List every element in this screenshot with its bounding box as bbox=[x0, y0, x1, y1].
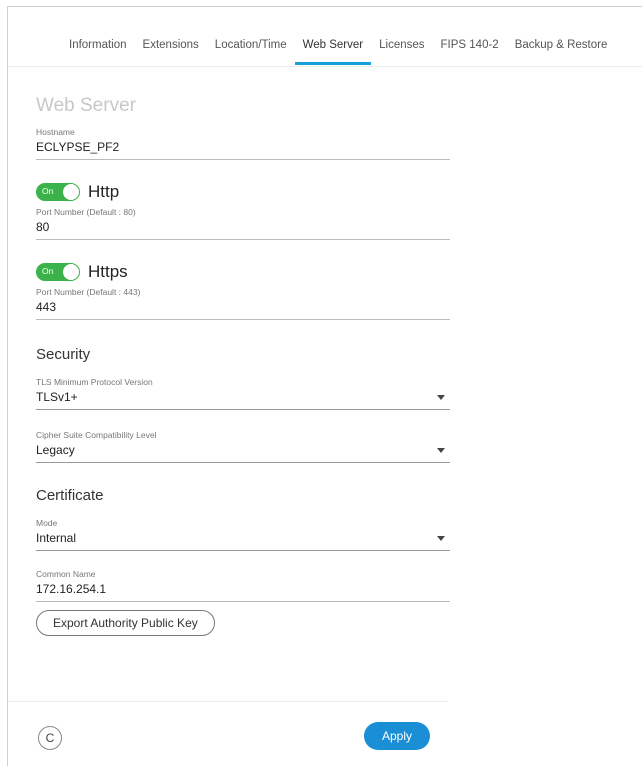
tab-licenses[interactable]: Licenses bbox=[371, 7, 432, 67]
common-name-field: Common Name 172.16.254.1 bbox=[36, 569, 450, 602]
refresh-button[interactable]: C bbox=[38, 726, 62, 750]
certificate-heading: Certificate bbox=[36, 487, 104, 504]
chevron-down-icon bbox=[437, 447, 445, 453]
page-title: Web Server bbox=[36, 95, 136, 116]
mode-value: Internal bbox=[36, 531, 77, 545]
hostname-label: Hostname bbox=[36, 127, 75, 137]
tab-backup-restore[interactable]: Backup & Restore bbox=[507, 7, 616, 67]
web-server-form: Web Server Hostname ECLYPSE_PF2 On Http … bbox=[36, 67, 450, 636]
tab-location-time[interactable]: Location/Time bbox=[207, 7, 295, 67]
tab-bar: Information Extensions Location/Time Web… bbox=[8, 7, 642, 67]
export-row: Export Authority Public Key bbox=[36, 610, 450, 636]
mode-field: Mode Internal bbox=[36, 518, 450, 551]
https-port-input[interactable]: 443 bbox=[36, 300, 450, 320]
toggle-knob bbox=[63, 264, 79, 280]
http-port-input[interactable]: 80 bbox=[36, 220, 450, 240]
chevron-down-icon bbox=[437, 394, 445, 400]
refresh-icon: C bbox=[45, 731, 55, 745]
tab-information[interactable]: Information bbox=[61, 7, 135, 67]
http-row: On Http bbox=[36, 180, 450, 204]
https-label: Https bbox=[88, 262, 128, 281]
cipher-label: Cipher Suite Compatibility Level bbox=[36, 430, 157, 440]
http-port-field: Port Number (Default : 80) 80 bbox=[36, 207, 450, 240]
https-port-label: Port Number (Default : 443) bbox=[36, 287, 141, 297]
export-authority-public-key-button[interactable]: Export Authority Public Key bbox=[36, 610, 215, 636]
tls-field: TLS Minimum Protocol Version TLSv1+ bbox=[36, 377, 450, 410]
http-port-label: Port Number (Default : 80) bbox=[36, 207, 136, 217]
mode-select[interactable]: Internal bbox=[36, 531, 450, 551]
footer-divider bbox=[8, 701, 448, 702]
https-toggle[interactable]: On bbox=[36, 263, 80, 281]
hostname-field: Hostname ECLYPSE_PF2 bbox=[36, 127, 450, 160]
tls-select[interactable]: TLSv1+ bbox=[36, 390, 450, 410]
hostname-input[interactable]: ECLYPSE_PF2 bbox=[36, 140, 450, 160]
apply-button[interactable]: Apply bbox=[364, 722, 430, 750]
http-toggle-text: On bbox=[42, 186, 54, 196]
http-label: Http bbox=[88, 182, 120, 201]
tls-label: TLS Minimum Protocol Version bbox=[36, 377, 153, 387]
cipher-field: Cipher Suite Compatibility Level Legacy bbox=[36, 430, 450, 463]
https-port-field: Port Number (Default : 443) 443 bbox=[36, 287, 450, 320]
settings-panel: Information Extensions Location/Time Web… bbox=[7, 6, 642, 766]
http-toggle[interactable]: On bbox=[36, 183, 80, 201]
chevron-down-icon bbox=[437, 535, 445, 541]
tab-extensions[interactable]: Extensions bbox=[135, 7, 207, 67]
toggle-knob bbox=[63, 184, 79, 200]
tab-web-server[interactable]: Web Server bbox=[294, 7, 372, 67]
mode-label: Mode bbox=[36, 518, 58, 528]
tls-value: TLSv1+ bbox=[36, 390, 78, 404]
common-name-label: Common Name bbox=[36, 569, 96, 579]
cipher-select[interactable]: Legacy bbox=[36, 443, 450, 463]
common-name-input[interactable]: 172.16.254.1 bbox=[36, 582, 450, 602]
tab-fips[interactable]: FIPS 140-2 bbox=[433, 7, 507, 67]
cipher-value: Legacy bbox=[36, 443, 75, 457]
https-toggle-text: On bbox=[42, 266, 54, 276]
security-heading: Security bbox=[36, 346, 91, 363]
https-row: On Https bbox=[36, 260, 450, 284]
